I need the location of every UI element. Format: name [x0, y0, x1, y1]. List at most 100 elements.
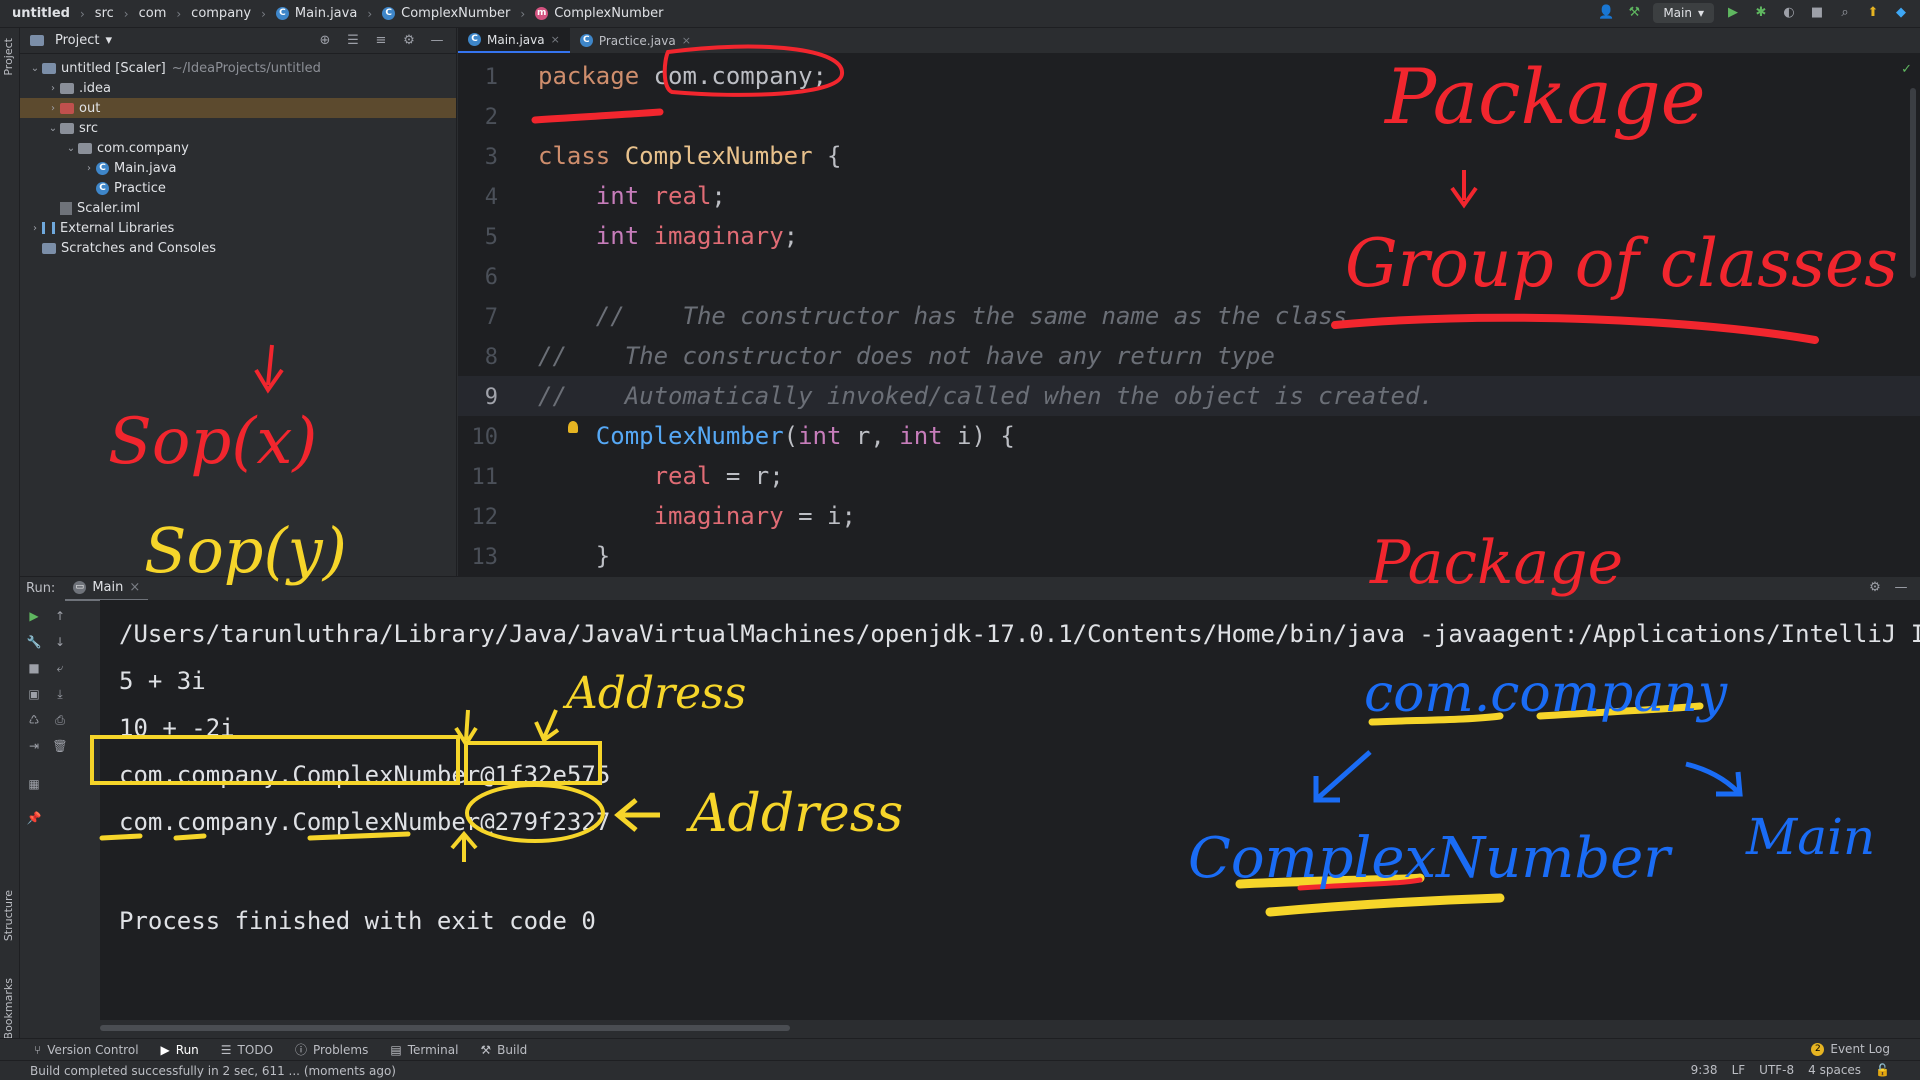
breadcrumb-com[interactable]: com: [139, 6, 167, 21]
tree-item[interactable]: › .idea: [20, 78, 456, 98]
close-icon[interactable]: ×: [551, 33, 560, 46]
gear-icon[interactable]: ⚙: [400, 32, 418, 50]
indent-setting[interactable]: 4 spaces: [1808, 1063, 1861, 1077]
close-icon[interactable]: ×: [682, 34, 691, 47]
tree-item[interactable]: ⌄ untitled [Scaler] ~/IdeaProjects/untitle…: [20, 58, 456, 78]
run-icon[interactable]: ▶: [1724, 4, 1742, 22]
chevron-down-icon[interactable]: ⌄: [28, 63, 42, 74]
bookmarks-tool-tab[interactable]: Bookmarks: [2, 978, 15, 1039]
code-line[interactable]: 6: [458, 256, 1920, 296]
update-icon[interactable]: ⬆: [1864, 4, 1882, 22]
tree-item[interactable]: ⌄ src: [20, 118, 456, 138]
editor-tab[interactable]: C Main.java ×: [458, 28, 570, 53]
pin-icon[interactable]: 📌: [26, 810, 42, 826]
chevron-right-icon[interactable]: ›: [46, 83, 60, 94]
close-icon[interactable]: ×: [129, 580, 140, 595]
expand-all-icon[interactable]: ☰: [344, 32, 362, 50]
code-line[interactable]: 9 // Automatically invoked/called when th…: [458, 376, 1920, 416]
tool-window-run[interactable]: ▶ Run: [161, 1043, 199, 1057]
run-configuration-select[interactable]: Main ▾: [1653, 3, 1714, 23]
caret-position[interactable]: 9:38: [1691, 1063, 1718, 1077]
rerun-icon[interactable]: ▶: [26, 608, 42, 624]
locate-icon[interactable]: ⊕: [316, 32, 334, 50]
chevron-down-icon[interactable]: ⌄: [64, 143, 78, 154]
stop-icon[interactable]: ■: [1808, 4, 1826, 22]
breadcrumb-class[interactable]: ComplexNumber: [401, 6, 510, 21]
user-icon[interactable]: 👤: [1597, 4, 1615, 22]
lock-icon[interactable]: 🔓: [1875, 1063, 1890, 1077]
hide-icon[interactable]: —: [1892, 579, 1910, 597]
code-line[interactable]: 2: [458, 96, 1920, 136]
console-output[interactable]: /Users/tarunluthra/Library/Java/JavaVirt…: [100, 600, 1920, 1020]
jetbrains-logo-icon[interactable]: ◆: [1892, 4, 1910, 22]
code-token: com.company;: [653, 62, 827, 90]
up-arrow-icon[interactable]: ↑: [52, 608, 68, 624]
tree-item[interactable]: › C Main.java: [20, 158, 456, 178]
code-line[interactable]: 7 // The constructor has the same name a…: [458, 296, 1920, 336]
console-horizontal-scrollbar[interactable]: [100, 1025, 790, 1031]
down-arrow-icon[interactable]: ↓: [52, 634, 68, 650]
structure-tool-tab[interactable]: Structure: [2, 890, 15, 941]
project-tool-tab[interactable]: Project: [2, 38, 15, 76]
print-icon[interactable]: ⎙: [52, 712, 68, 728]
code-line[interactable]: 10 ComplexNumber(int r, int i) {: [458, 416, 1920, 456]
editor-tab[interactable]: C Practice.java ×: [570, 28, 701, 53]
file-encoding[interactable]: UTF-8: [1759, 1063, 1794, 1077]
collapse-all-icon[interactable]: ≡: [372, 32, 390, 50]
hide-icon[interactable]: —: [428, 32, 446, 50]
layout-icon[interactable]: ▦: [26, 776, 42, 792]
camera-icon[interactable]: ▣: [26, 686, 42, 702]
tool-window-version-control[interactable]: ⑂ Version Control: [34, 1043, 139, 1057]
tool-window-label: Run: [175, 1042, 199, 1057]
chevron-right-icon[interactable]: ›: [46, 103, 60, 114]
event-log-button[interactable]: 2 Event Log: [1811, 1042, 1890, 1056]
search-icon[interactable]: ⌕: [1836, 4, 1854, 22]
breadcrumb-file[interactable]: Main.java: [295, 6, 357, 21]
tree-item[interactable]: C Practice: [20, 178, 456, 198]
run-tab-main[interactable]: ▭ Main ×: [65, 577, 149, 601]
tool-window-problems[interactable]: ⓘ Problems: [295, 1041, 368, 1058]
breadcrumb-src[interactable]: src: [95, 6, 114, 21]
soft-wrap-icon[interactable]: ⤶: [52, 660, 68, 676]
code-line[interactable]: 12 imaginary = i;: [458, 496, 1920, 536]
project-panel-title[interactable]: Project: [55, 33, 99, 48]
trash-icon[interactable]: 🗑: [52, 738, 68, 754]
build-hammer-icon[interactable]: ⚒: [1625, 4, 1643, 22]
exit-icon[interactable]: ⇥: [26, 738, 42, 754]
chevron-down-icon[interactable]: ▾: [105, 33, 112, 48]
breadcrumb-method[interactable]: ComplexNumber: [554, 6, 663, 21]
code-editor[interactable]: 1 package com.company; 2 3 class ComplexNumb…: [458, 56, 1920, 576]
scroll-to-end-icon[interactable]: ⤓: [52, 686, 68, 702]
lightbulb-icon[interactable]: [568, 421, 578, 433]
restore-icon[interactable]: ♺: [26, 712, 42, 728]
code-line[interactable]: 13 }: [458, 536, 1920, 576]
chevron-right-icon[interactable]: ›: [82, 163, 96, 174]
tree-item[interactable]: › out: [20, 98, 456, 118]
editor-scrollbar[interactable]: [1910, 88, 1916, 278]
debug-icon[interactable]: ✱: [1752, 4, 1770, 22]
code-line[interactable]: 11 real = r;: [458, 456, 1920, 496]
code-line[interactable]: 4 int real;: [458, 176, 1920, 216]
stop-icon[interactable]: ■: [26, 660, 42, 676]
code-line[interactable]: 1 package com.company;: [458, 56, 1920, 96]
tree-item[interactable]: Scratches and Consoles: [20, 238, 456, 258]
code-token: imaginary: [653, 222, 784, 250]
tree-item[interactable]: ⌄ com.company: [20, 138, 456, 158]
chevron-right-icon[interactable]: ›: [28, 223, 42, 234]
status-message[interactable]: Build completed successfully in 2 sec, 6…: [30, 1064, 396, 1078]
chevron-down-icon[interactable]: ⌄: [46, 123, 60, 134]
tool-window-todo[interactable]: ☰ TODO: [221, 1043, 273, 1057]
line-separator[interactable]: LF: [1732, 1063, 1746, 1077]
tree-item[interactable]: Scaler.iml: [20, 198, 456, 218]
gear-icon[interactable]: ⚙: [1866, 579, 1884, 597]
code-line[interactable]: 8 // The constructor does not have any re…: [458, 336, 1920, 376]
code-line[interactable]: 5 int imaginary;: [458, 216, 1920, 256]
breadcrumb-company[interactable]: company: [191, 6, 251, 21]
tool-window-terminal[interactable]: ▤ Terminal: [390, 1043, 458, 1057]
wrench-icon[interactable]: 🔧: [26, 634, 42, 650]
coverage-icon[interactable]: ◐: [1780, 4, 1798, 22]
tree-item[interactable]: › External Libraries: [20, 218, 456, 238]
breadcrumb-project[interactable]: untitled: [12, 6, 70, 21]
tool-window-build[interactable]: ⚒ Build: [480, 1043, 527, 1057]
code-line[interactable]: 3 class ComplexNumber {: [458, 136, 1920, 176]
